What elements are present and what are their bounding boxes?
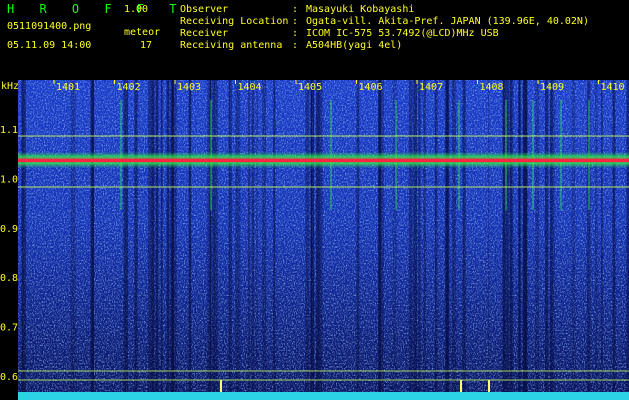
spectrogram-sparkle bbox=[18, 80, 629, 392]
meteor-label: meteor bbox=[124, 27, 161, 38]
antenna-label: Receiving antenna bbox=[180, 40, 283, 51]
frequency-unit-label: kHz bbox=[1, 81, 19, 92]
file-name: 0511091400.png bbox=[7, 21, 92, 32]
time-tick-label: 1402 bbox=[117, 82, 141, 93]
header-panel: H R O F F T 1.00 0511091400.png meteor 0… bbox=[0, 0, 629, 80]
app-title: H R O F F T bbox=[7, 2, 186, 16]
time-tick-label: 1407 bbox=[419, 82, 443, 93]
frequency-tick-label: 0.6 bbox=[0, 372, 18, 383]
receiver-label: Receiver bbox=[180, 28, 229, 39]
date-time: 05.11.09 14:00 bbox=[7, 40, 92, 51]
receiver-separator: : bbox=[292, 28, 299, 39]
meteor-count: 17 bbox=[140, 40, 153, 51]
location-separator: : bbox=[292, 16, 299, 27]
time-tick-label: 1405 bbox=[298, 82, 322, 93]
time-tick-label: 1406 bbox=[359, 82, 383, 93]
observer-label: Observer bbox=[180, 4, 229, 15]
frequency-tick-label: 1.0 bbox=[0, 174, 18, 185]
info-row-observer: Observer: Masayuki Kobayashi bbox=[180, 4, 414, 15]
observer-separator: : bbox=[292, 4, 299, 15]
spectrogram-baseline-strip bbox=[18, 392, 629, 400]
frequency-tick-label: 1.1 bbox=[0, 125, 18, 136]
receiver-value: ICOM IC-575 53.7492(@LCD)MHz USB bbox=[306, 28, 499, 39]
app-version: 1.00 bbox=[124, 4, 149, 15]
frequency-tick-label: 0.9 bbox=[0, 224, 18, 235]
time-tick-label: 1403 bbox=[177, 82, 201, 93]
time-tick-label: 1410 bbox=[601, 82, 625, 93]
frequency-tick-label: 0.8 bbox=[0, 273, 18, 284]
location-label: Receiving Location bbox=[180, 16, 289, 27]
antenna-separator: : bbox=[292, 40, 299, 51]
info-row-receiver: Receiver: ICOM IC-575 53.7492(@LCD)MHz US… bbox=[180, 28, 499, 39]
time-tick-label: 1401 bbox=[56, 82, 80, 93]
info-row-antenna: Receiving antenna: A504HB(yagi 4el) bbox=[180, 40, 402, 51]
frequency-tick-label: 0.7 bbox=[0, 323, 18, 334]
spectrogram-display: 1401 1402 1403 1404 1405 1406 1407 1408 1409 1410… bbox=[0, 80, 629, 400]
time-tick-label: 1408 bbox=[480, 82, 504, 93]
time-tick-label: 1404 bbox=[238, 82, 262, 93]
location-value: Ogata-vill. Akita-Pref. JAPAN (139.96E, … bbox=[306, 16, 589, 27]
carrier-signal-core bbox=[18, 159, 629, 162]
info-row-location: Receiving Location: Ogata-vill. Akita-Pre… bbox=[180, 16, 589, 27]
antenna-value: A504HB(yagi 4el) bbox=[306, 40, 403, 51]
observer-value: Masayuki Kobayashi bbox=[306, 4, 415, 15]
time-tick-label: 1409 bbox=[540, 82, 564, 93]
